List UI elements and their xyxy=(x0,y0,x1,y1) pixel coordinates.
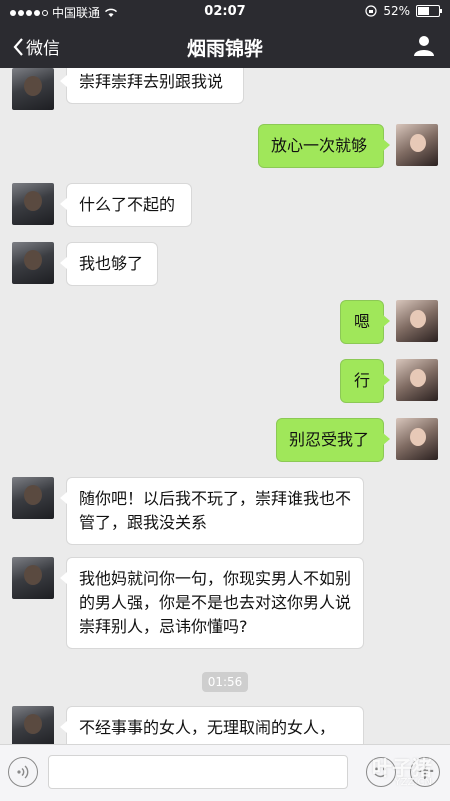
chat-title: 烟雨锦骅 xyxy=(186,38,263,60)
battery-icon xyxy=(416,5,442,17)
header: 中国联通 02:07 52% 微信 烟雨锦骅 xyxy=(0,0,450,68)
message-bubble[interactable]: 嗯 xyxy=(340,300,390,344)
contact-avatar[interactable] xyxy=(12,242,54,284)
message-bubble[interactable]: 行 xyxy=(340,359,390,403)
self-avatar[interactable] xyxy=(396,124,438,166)
self-avatar[interactable] xyxy=(396,359,438,401)
message-input[interactable] xyxy=(48,755,348,789)
timestamp-badge: 01:56 xyxy=(202,672,248,692)
message-bubble[interactable]: 崇拜崇拜去别跟我说 xyxy=(60,68,244,104)
battery-percent: 52% xyxy=(383,4,410,18)
contact-avatar[interactable] xyxy=(12,68,54,110)
person-icon[interactable] xyxy=(412,33,436,57)
self-avatar[interactable] xyxy=(396,300,438,342)
voice-icon xyxy=(17,765,29,779)
contact-avatar[interactable] xyxy=(12,477,54,519)
contact-avatar[interactable] xyxy=(12,557,54,599)
status-bar: 中国联通 02:07 52% xyxy=(0,0,450,24)
watermark: 叶子猪 YZZ.CN xyxy=(372,752,432,788)
voice-button[interactable] xyxy=(8,757,38,787)
rotation-lock-icon xyxy=(365,5,377,17)
self-avatar[interactable] xyxy=(396,418,438,460)
contact-avatar[interactable] xyxy=(12,183,54,225)
message-list[interactable]: 崇拜崇拜去别跟我说 放心一次就够 什么了不起的 我也够了 嗯 行 别忍受我了 随… xyxy=(0,68,450,744)
nav-bar: 微信 烟雨锦骅 xyxy=(0,24,450,68)
message-bubble[interactable]: 别忍受我了 xyxy=(276,418,390,462)
contact-avatar[interactable] xyxy=(12,706,54,744)
message-bubble[interactable]: 随你吧！以后我不玩了，崇拜谁我也不管了，跟我没关系 xyxy=(60,477,364,545)
message-bubble[interactable]: 我也够了 xyxy=(60,242,158,286)
message-bubble[interactable]: 什么了不起的 xyxy=(60,183,192,227)
message-bubble[interactable]: 不经事事的女人，无理取闹的女人， xyxy=(60,706,364,744)
message-bubble[interactable]: 我他妈就问你一句，你现实男人不如别的男人强，你是不是也去对这你男人说崇拜别人，忌… xyxy=(60,557,364,649)
message-bubble[interactable]: 放心一次就够 xyxy=(258,124,390,168)
